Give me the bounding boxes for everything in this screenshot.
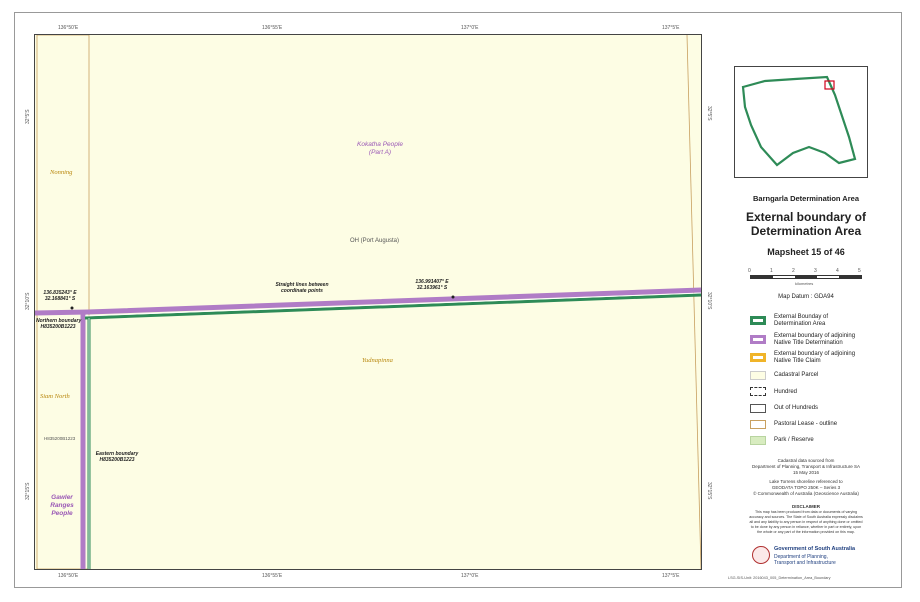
map-svg (35, 35, 701, 569)
area-title: Barngarla Determination Area (752, 194, 859, 203)
label-coord-left-2: 32.168841° S (44, 296, 76, 302)
scale-bar (750, 275, 862, 279)
legend-label-out-of-hundreds: Out of Hundreds (774, 405, 819, 411)
legend-swatch-determination (750, 316, 766, 325)
tick-top-2: 136°55'E (262, 25, 283, 31)
label-straight-2: coordinate points (281, 288, 323, 294)
scale-tick-2: 2 (792, 268, 795, 274)
tick-top-1: 136°50'E (58, 25, 79, 31)
coordinate-point-left[interactable] (70, 306, 74, 310)
legend-swatch-park (750, 436, 766, 445)
tick-right-1: 32°5'S (706, 106, 712, 121)
hundred-boundary-right (686, 35, 701, 569)
label-coord-right-2: 32.163961° S (416, 285, 448, 291)
label-kokatha-sub: (Part A) (368, 149, 392, 156)
tick-top-3: 137°0'E (461, 25, 479, 31)
legend-label-determination-1: External Bounday of (774, 314, 829, 320)
source-line-3: 15 May 2016 (792, 470, 820, 475)
legend-label-determination-2: Determination Area (774, 321, 826, 327)
label-nonning: Nonning (50, 169, 73, 176)
legend-label-adj-claim-2: Native Title Claim (774, 358, 821, 364)
tick-left-3: 32°15'S (25, 482, 31, 500)
label-gawler-1: Gawler (51, 494, 73, 501)
disclaimer-line-5: the whole or any part of the information… (757, 530, 855, 534)
scale-unit: kilometres (795, 281, 814, 286)
map-canvas[interactable] (34, 34, 702, 570)
inset-map-svg (741, 75, 857, 167)
adjoining-determination-boundary (35, 287, 701, 316)
legend-swatch-cadastral (750, 371, 766, 380)
main-title-1: External boundary of (745, 210, 867, 224)
tick-bottom-4: 137°5'E (662, 573, 680, 579)
legend-label-park: Park / Reserve (774, 437, 814, 443)
legend-swatch-adjoining-determination (750, 335, 766, 344)
boundary-inner-line (84, 292, 701, 317)
scale-tick-0: 0 (748, 268, 751, 274)
footer-reference: LSG-SIS-Unit: 2016043_005_Determination_… (728, 576, 831, 580)
legend-swatch-out-of-hundreds (750, 404, 766, 413)
tick-top-4: 137°5'E (662, 25, 680, 31)
tick-bottom-2: 136°55'E (262, 573, 283, 579)
inset-determination-outline (741, 75, 857, 167)
tick-bottom-1: 136°50'E (58, 573, 79, 579)
legend-label-adj-det-2: Native Title Determination (774, 340, 843, 346)
government-crest-icon (752, 546, 770, 564)
legend-swatch-adjoining-claim (750, 353, 766, 362)
label-h-code: H835200B1223 (44, 436, 76, 441)
scale-tick-5: 5 (858, 268, 861, 274)
tick-bottom-3: 137°0'E (461, 573, 479, 579)
gov-line-1: Government of South Australia (774, 546, 856, 552)
legend-label-hundred: Hundred (774, 389, 798, 395)
gov-line-3: Transport and Infrastructure (774, 560, 836, 566)
map-datum: Map Datum : GDA94 (778, 294, 834, 300)
legend-label-adj-claim-1: External boundary of adjoining (774, 351, 856, 357)
legend-label-cadastral: Cadastral Parcel (774, 372, 819, 378)
legend-swatch-hundred (750, 387, 766, 396)
label-siam-north: Siam North (40, 393, 70, 400)
legend-label-pastoral: Pastoral Lease - outline (774, 421, 838, 427)
scale-tick-3: 3 (814, 268, 817, 274)
label-eastern-2: H835200B1223 (99, 457, 135, 463)
label-northern-2: H835200B1223 (40, 324, 76, 330)
scale-tick-4: 4 (836, 268, 839, 274)
tick-left-1: 32°5'S (25, 109, 31, 124)
inset-map[interactable] (734, 66, 868, 178)
legend-swatch-pastoral (750, 420, 766, 429)
label-oh-port-augusta: OH (Port Augusta) (350, 238, 400, 244)
source-line-6: © Commonwealth of Australia (Geoscience … (753, 491, 859, 496)
label-gawler-2: Ranges (50, 502, 74, 509)
label-kokatha: Kokatha People (357, 141, 403, 148)
legend-label-adj-det-1: External boundary of adjoining (774, 333, 856, 339)
tick-left-2: 32°10'S (25, 292, 31, 310)
scale-tick-1: 1 (770, 268, 773, 274)
label-yudnapinna: Yudnapinna (362, 357, 393, 364)
tick-right-2: 32°10'S (706, 292, 712, 310)
coordinate-point-right[interactable] (451, 295, 455, 299)
tick-right-3: 32°15'S (706, 482, 712, 500)
main-title-2: Determination Area (750, 224, 862, 238)
mapsheet-label: Mapsheet 15 of 46 (767, 247, 845, 257)
label-gawler-3: People (51, 510, 73, 517)
